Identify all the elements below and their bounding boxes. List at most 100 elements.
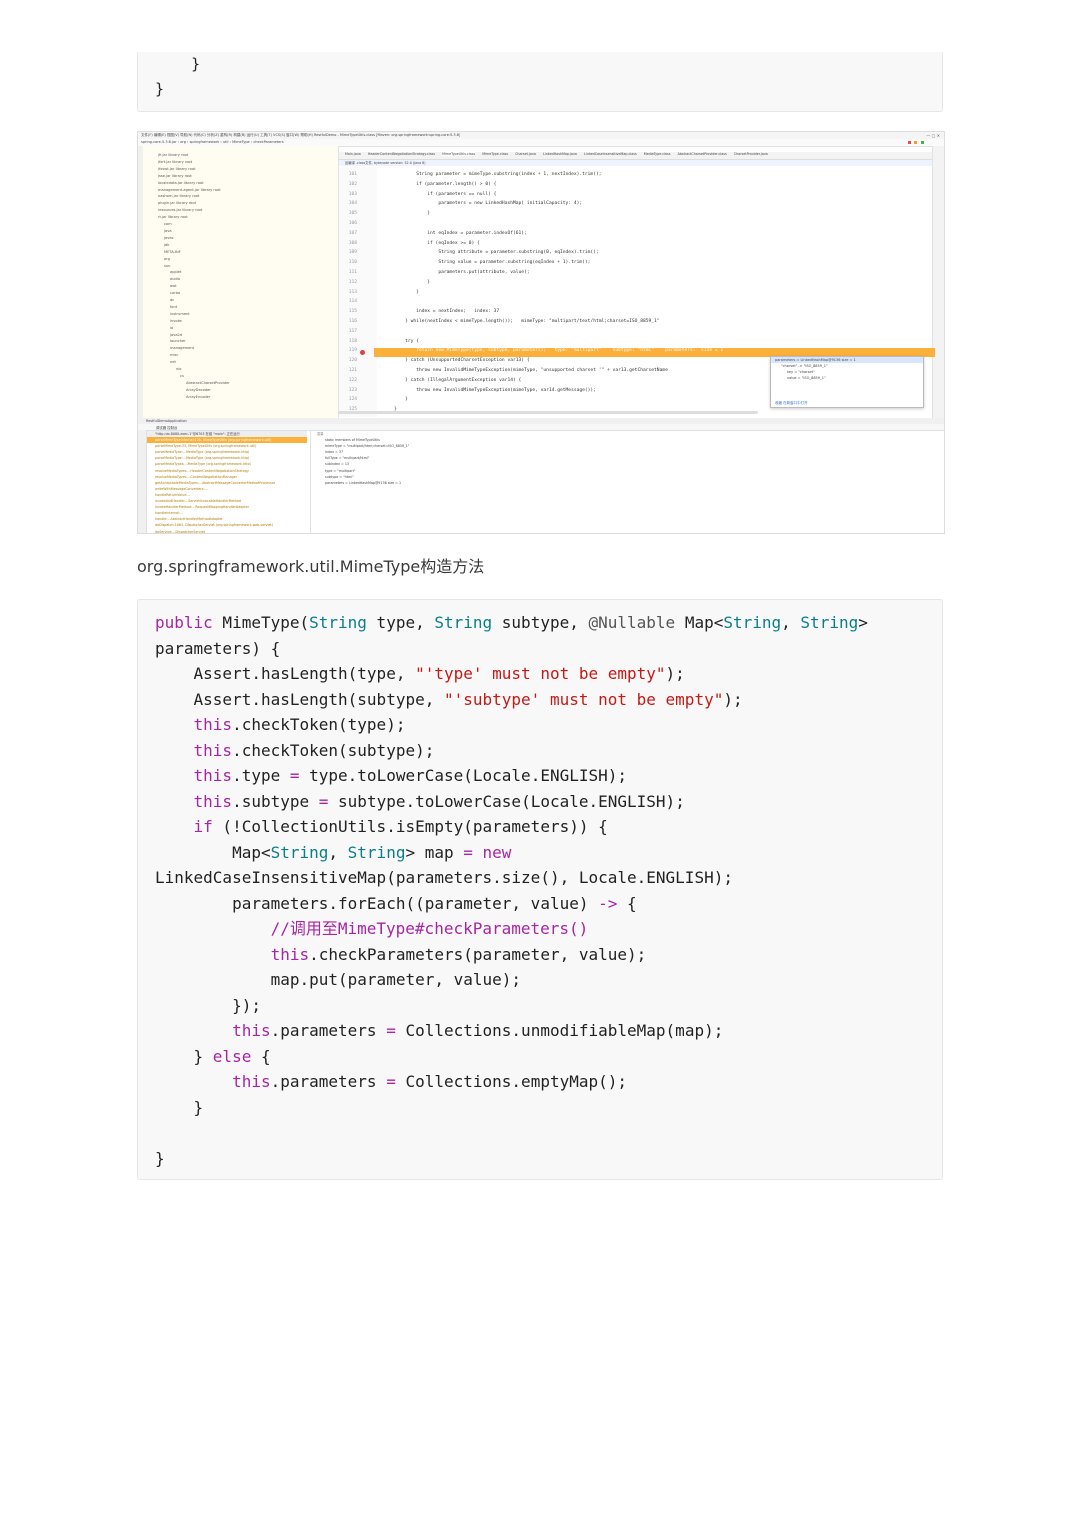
debug-tabs[interactable]: 调试器 控制台 — [156, 425, 177, 430]
tree-item[interactable]: io — [146, 325, 230, 332]
tree-item[interactable]: instrument — [146, 311, 230, 318]
editor-tab[interactable]: LinkedCaseInsensitiveMap.class — [584, 152, 637, 156]
tree-item[interactable]: management — [146, 345, 230, 352]
editor-tab[interactable]: MimeTypeUtils.class — [442, 152, 476, 156]
tree-item[interactable]: nashorn.jar library root — [146, 193, 230, 200]
breakpoint-icon[interactable] — [360, 350, 365, 355]
tree-item[interactable]: invoke — [146, 318, 230, 325]
line-number: 105 — [348, 211, 357, 217]
tree-item[interactable]: localedata.jar library root — [146, 180, 230, 187]
variable-row[interactable]: parameters = LinkedHashMap@9136 size = 1 — [311, 480, 931, 486]
editor-tab[interactable]: CharsetProvider.java — [734, 152, 768, 156]
tree-item[interactable]: java2d — [146, 332, 230, 339]
tree-item[interactable]: rt.jar library root — [146, 214, 230, 221]
code-line: } — [155, 55, 201, 73]
popup-line: value = "ISO_8859_1" — [787, 376, 826, 380]
tree-item[interactable]: jfr.jar library root — [146, 152, 230, 159]
tree-item[interactable]: nio — [146, 366, 230, 373]
tree-item[interactable]: launcher — [146, 338, 230, 345]
line-number: 118 — [348, 338, 357, 344]
line-number: 101 — [348, 172, 357, 177]
tree-item[interactable]: dc — [146, 297, 230, 304]
tree-item[interactable]: AbstractCharsetProvider — [146, 380, 230, 387]
tree-item[interactable]: applet — [146, 269, 230, 276]
line-number: 110 — [348, 260, 357, 266]
code-line: if (parameters == null) { — [383, 191, 497, 197]
debug-config-title[interactable]: RestfulDemoApplication — [146, 419, 187, 423]
code-line: } — [383, 211, 431, 217]
code-line: if (eqIndex >= 0) { — [383, 240, 480, 246]
breadcrumb: spring-core-5.3.6.jar › org › springfram… — [141, 140, 284, 144]
tree-item[interactable]: net — [146, 359, 230, 366]
code-block-fragment: } } — [137, 52, 943, 112]
line-number: 111 — [348, 270, 357, 275]
editor-tab[interactable]: MimeType.class — [482, 152, 508, 156]
figure-caption: org.springframework.util.MimeType构造方法 — [137, 557, 485, 576]
editor-scrollbar[interactable] — [338, 411, 758, 414]
line-number: 120 — [348, 358, 357, 364]
line-number: 112 — [348, 279, 357, 285]
project-tree[interactable]: jfr.jar library root jfxrt.jar library r… — [146, 152, 230, 401]
popup-footer[interactable]: 收藏 在新窗口中打开 — [775, 400, 808, 406]
tree-item[interactable]: META-INF — [146, 249, 230, 256]
line-number: 102 — [348, 181, 357, 187]
ide-menu-text: 文件(F) 编辑(E) 视图(V) 导航(N) 代码(C) 分析(Z) 重构(R… — [141, 133, 461, 137]
code-line: return new MimeType(type, subtype, param… — [383, 348, 724, 354]
frames-panel: "http-nio-8080-exec-1"@6703 在组 "main": 正… — [147, 431, 307, 534]
left-tool-strip — [138, 146, 143, 418]
code-line: index = nextIndex; index: 37 — [383, 309, 500, 315]
tree-item[interactable]: jsse.jar library root — [146, 173, 230, 180]
tree-item[interactable]: plugin.jar library root — [146, 200, 230, 207]
line-number: 119 — [348, 348, 357, 354]
editor-tab[interactable]: Main.java — [345, 152, 361, 156]
code-content: public MimeType(String type, String subt… — [155, 613, 868, 1168]
debug-actions-strip — [138, 430, 147, 533]
code-line: } catch (UnsupportedCharsetException var… — [383, 358, 530, 364]
code-line: throw new InvalidMimeTypeException(mimeT… — [383, 387, 596, 393]
tree-item[interactable]: font — [146, 304, 230, 311]
line-number: 116 — [348, 319, 357, 324]
code-line: parameters.put(attribute, value); — [383, 270, 530, 275]
line-number: 106 — [348, 221, 357, 226]
tree-item[interactable]: awt — [146, 283, 230, 290]
tree-item[interactable]: com — [146, 221, 230, 228]
tree-item[interactable]: jfxswt.jar library root — [146, 166, 230, 173]
code-line: if (parameter.length() > 0) { — [383, 181, 497, 187]
variables-panel: 变量 static members of MimeTypeUtils mimeTy… — [310, 431, 931, 533]
stack-frame[interactable]: doService:...DispatcherServlet — [147, 529, 307, 534]
code-line: int eqIndex = parameter.indexOf(61); — [383, 230, 527, 236]
frames-list: parseMimeTypeInternal:120, MimeTypeUtils… — [147, 437, 307, 534]
code-block-mimetype-constructor: public MimeType(String type, String subt… — [137, 599, 943, 1180]
tree-item[interactable]: misc — [146, 352, 230, 359]
tree-item[interactable]: jdk — [146, 242, 230, 249]
editor-tab[interactable]: MediaType.class — [644, 152, 671, 156]
tree-item[interactable]: audio — [146, 276, 230, 283]
tree-item[interactable]: jfxrt.jar library root — [146, 159, 230, 166]
editor-tab[interactable]: HeaderContentNegotiationStrategy.class — [368, 152, 435, 156]
tree-item[interactable]: ArrayDecoder — [146, 387, 230, 394]
editor-tab[interactable]: Charset.java — [515, 152, 536, 156]
editor-tab[interactable]: LinkedHashMap.java — [543, 152, 577, 156]
window-controls-icon[interactable]: — ▢ ✕ — [926, 133, 940, 138]
line-number: 124 — [348, 397, 357, 403]
tree-item[interactable]: resources.jar library root — [146, 207, 230, 214]
code-line: } — [383, 397, 408, 403]
line-number: 115 — [348, 309, 357, 315]
tree-item[interactable]: ArrayEncoder — [146, 394, 230, 401]
line-number: 108 — [348, 240, 357, 246]
tree-item[interactable]: java — [146, 228, 230, 235]
code-line: String attribute = parameter.substring(0… — [383, 250, 599, 256]
tree-item[interactable]: corba — [146, 290, 230, 297]
run-controls-icon[interactable] — [908, 140, 938, 144]
line-number: 113 — [348, 289, 357, 295]
variable-popup[interactable]: parameters = LinkedHashMap@9136 size = 1… — [770, 356, 924, 408]
tree-item[interactable]: sun — [146, 263, 230, 270]
tree-item[interactable]: cs — [146, 373, 230, 380]
decompile-notice: 反编译 .class文件, bytecode version: 52.0 (Ja… — [339, 160, 932, 166]
code-line: } catch (IllegalArgumentException var14)… — [383, 377, 522, 383]
editor-tab[interactable]: AbstractCharsetProvider.class — [678, 152, 727, 156]
tree-item[interactable]: management-agent.jar library root — [146, 187, 230, 194]
tree-item[interactable]: org — [146, 256, 230, 263]
line-number: 107 — [348, 230, 357, 236]
tree-item[interactable]: javax — [146, 235, 230, 242]
